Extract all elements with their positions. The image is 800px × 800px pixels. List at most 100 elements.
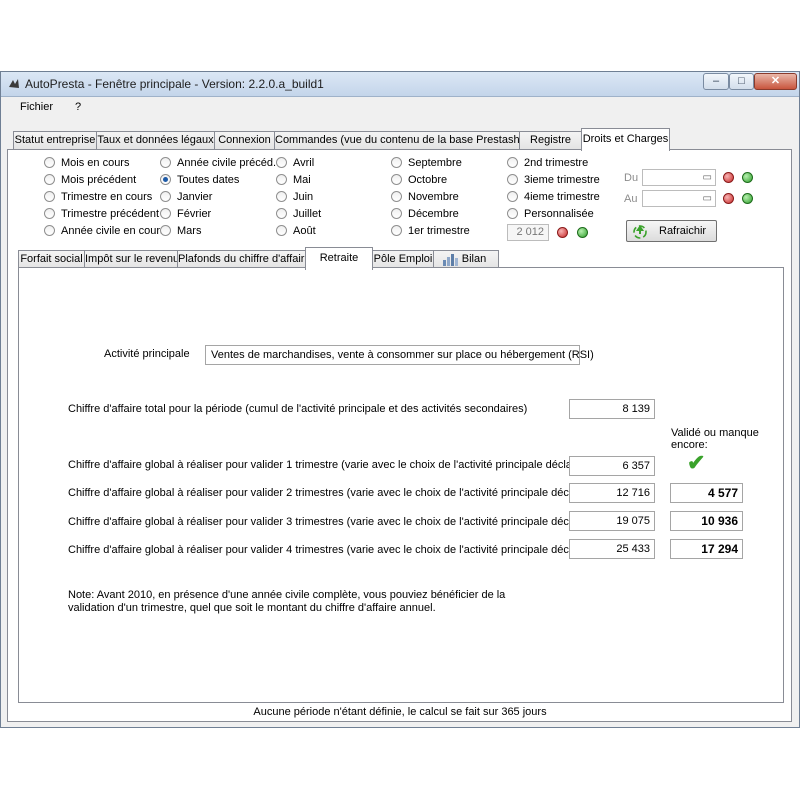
row3-remaining: 10 936 (670, 511, 743, 531)
tab-commandes[interactable]: Commandes (vue du contenu de la base Pre… (274, 131, 536, 150)
menu-bar: Fichier ? (1, 97, 799, 119)
calendar-dropdown-icon[interactable]: ▭ (703, 172, 712, 183)
radio-juillet[interactable]: Juillet (276, 208, 321, 220)
activite-select[interactable]: Ventes de marchandises, vente à consomme… (205, 345, 594, 365)
radio-button-icon (276, 225, 287, 236)
radio-button-icon (507, 174, 518, 185)
calendar-dropdown-icon[interactable]: ▭ (703, 193, 712, 204)
status-text: Aucune période n'étant définie, le calcu… (253, 706, 547, 718)
radio-button-icon (276, 157, 287, 168)
radio-button-icon (507, 157, 518, 168)
radio-button-icon (276, 208, 287, 219)
radio-button-icon (391, 191, 402, 202)
year-decrement-icon[interactable] (557, 227, 568, 238)
radio-novembre[interactable]: Novembre (391, 191, 459, 203)
radio-avril[interactable]: Avril (276, 157, 314, 169)
activite-label: Activité principale (104, 348, 190, 360)
radio-button-icon (160, 157, 171, 168)
row4-label: Chiffre d'affaire global à réaliser pour… (68, 544, 597, 556)
radio-button-icon (391, 174, 402, 185)
radio-button-icon (276, 174, 287, 185)
maximize-button[interactable]: □ (729, 73, 754, 90)
row2-remaining: 4 577 (670, 483, 743, 503)
minimize-button[interactable]: ‒ (703, 73, 729, 90)
du-clear-icon[interactable] (723, 172, 734, 183)
row3-label: Chiffre d'affaire global à réaliser pour… (68, 516, 597, 528)
validated-check-icon: ✔ (687, 450, 706, 475)
date-du-field[interactable]: ▭ (642, 169, 716, 186)
radio-octobre[interactable]: Octobre (391, 174, 447, 186)
valide-header: Validé ou manque encore: (671, 427, 759, 451)
radio-button-icon (507, 208, 518, 219)
close-button[interactable]: ✕ (754, 73, 797, 90)
radio-mois-precedent[interactable]: Mois précédent (44, 174, 136, 186)
radio-button-icon (44, 225, 55, 236)
au-label: Au (624, 193, 638, 205)
app-logo-icon (9, 79, 19, 88)
radio-septembre[interactable]: Septembre (391, 157, 462, 169)
radio-1er-trimestre[interactable]: 1er trimestre (391, 225, 470, 237)
radio-button-icon (160, 225, 171, 236)
note-text: Note: Avant 2010, en présence d'une anné… (68, 589, 506, 614)
radio-personnalisee[interactable]: Personnalisée (507, 208, 594, 220)
radio-trimestre-en-cours[interactable]: Trimestre en cours (44, 191, 152, 203)
du-label: Du (624, 172, 639, 184)
radio-button-icon (391, 157, 402, 168)
menu-fichier[interactable]: Fichier (20, 101, 53, 113)
row4-remaining: 17 294 (670, 539, 743, 559)
radio-annee-civile-preced[interactable]: Année civile précéd. (160, 157, 276, 169)
tab-registre[interactable]: Registre (519, 131, 582, 150)
radio-button-selected-icon (160, 174, 171, 185)
year-increment-icon[interactable] (577, 227, 588, 238)
menu-help[interactable]: ? (75, 101, 81, 113)
radio-button-icon (44, 191, 55, 202)
radio-mars[interactable]: Mars (160, 225, 201, 237)
chart-icon (443, 254, 458, 266)
main-window: AutoPresta - Fenêtre principale - Versio… (0, 71, 800, 728)
tab-taux-donnees[interactable]: Taux et données légaux (96, 131, 215, 150)
radio-2nd-trimestre[interactable]: 2nd trimestre (507, 157, 588, 169)
date-au-field[interactable]: ▭ (642, 190, 716, 207)
tab-connexion[interactable]: Connexion (214, 131, 275, 150)
radio-3ieme-trimestre[interactable]: 3ieme trimestre (507, 174, 600, 186)
radio-decembre[interactable]: Décembre (391, 208, 459, 220)
au-clear-icon[interactable] (723, 193, 734, 204)
du-set-icon[interactable] (742, 172, 753, 183)
radio-button-icon (44, 174, 55, 185)
radio-annee-civile-en-cours[interactable]: Année civile en cours (44, 225, 166, 237)
radio-trimestre-precedent[interactable]: Trimestre précédent (44, 208, 159, 220)
radio-janvier[interactable]: Janvier (160, 191, 212, 203)
ca-total-label: Chiffre d'affaire total pour la période … (68, 403, 528, 415)
subtab-retraite[interactable]: Retraite (305, 247, 373, 270)
radio-button-icon (160, 191, 171, 202)
au-set-icon[interactable] (742, 193, 753, 204)
row2-label: Chiffre d'affaire global à réaliser pour… (68, 487, 597, 499)
row2-value: 12 716 (569, 483, 655, 503)
retraite-panel: Activité principale Ventes de marchandis… (18, 267, 784, 703)
refresh-button[interactable]: Rafraichir (626, 220, 717, 242)
radio-button-icon (391, 208, 402, 219)
title-bar[interactable]: AutoPresta - Fenêtre principale - Versio… (1, 72, 799, 97)
radio-button-icon (391, 225, 402, 236)
radio-4ieme-trimestre[interactable]: 4ieme trimestre (507, 191, 600, 203)
radio-aout[interactable]: Août (276, 225, 316, 237)
sub-tabs: Forfait social Impôt sur le revenu Plafo… (11, 247, 791, 270)
ca-total-value: 8 139 (569, 399, 655, 419)
year-stepper[interactable]: 2 012 (507, 224, 549, 241)
row4-value: 25 433 (569, 539, 655, 559)
row1-label: Chiffre d'affaire global à réaliser pour… (68, 459, 592, 471)
radio-mai[interactable]: Mai (276, 174, 311, 186)
radio-button-icon (160, 208, 171, 219)
tab-statut-entreprise[interactable]: Statut entreprise (13, 131, 97, 150)
radio-mois-en-cours[interactable]: Mois en cours (44, 157, 129, 169)
radio-fevrier[interactable]: Février (160, 208, 211, 220)
radio-juin[interactable]: Juin (276, 191, 313, 203)
radio-button-icon (507, 191, 518, 202)
window-title: AutoPresta - Fenêtre principale - Versio… (25, 77, 324, 91)
radio-toutes-dates[interactable]: Toutes dates (160, 174, 239, 186)
radio-button-icon (276, 191, 287, 202)
radio-button-icon (44, 157, 55, 168)
tab-droits-charges[interactable]: Droits et Charges (581, 128, 670, 151)
row3-value: 19 075 (569, 511, 655, 531)
refresh-label: Rafraichir (659, 225, 707, 237)
